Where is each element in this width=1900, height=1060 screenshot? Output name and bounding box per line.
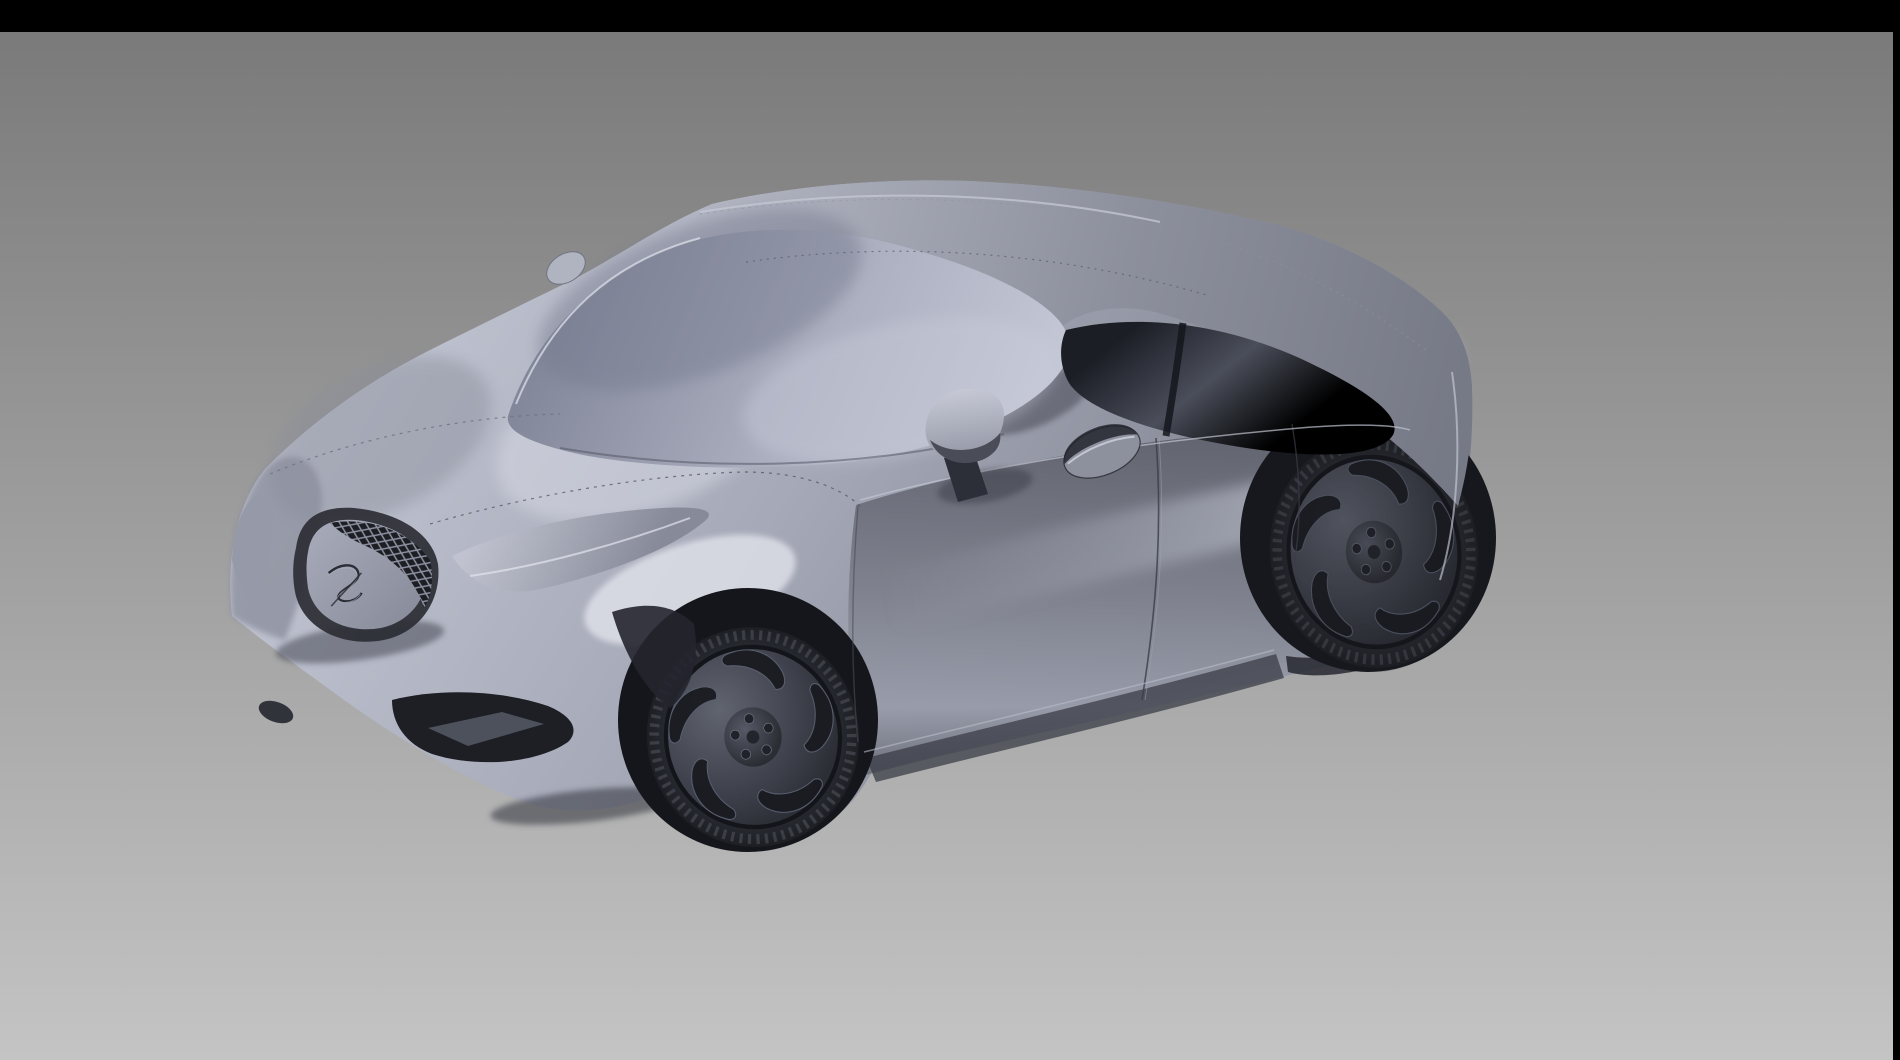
letterbox-top-bar <box>0 0 1900 32</box>
car-render-canvas[interactable] <box>0 32 1893 1060</box>
render-viewport[interactable] <box>0 32 1893 1060</box>
application-window: { "window": { "kind": "3d-cad-render-vie… <box>0 0 1900 1060</box>
letterbox-right-bar <box>1893 0 1900 1060</box>
car-model <box>230 172 1496 866</box>
bumper-intake-left <box>256 696 297 727</box>
